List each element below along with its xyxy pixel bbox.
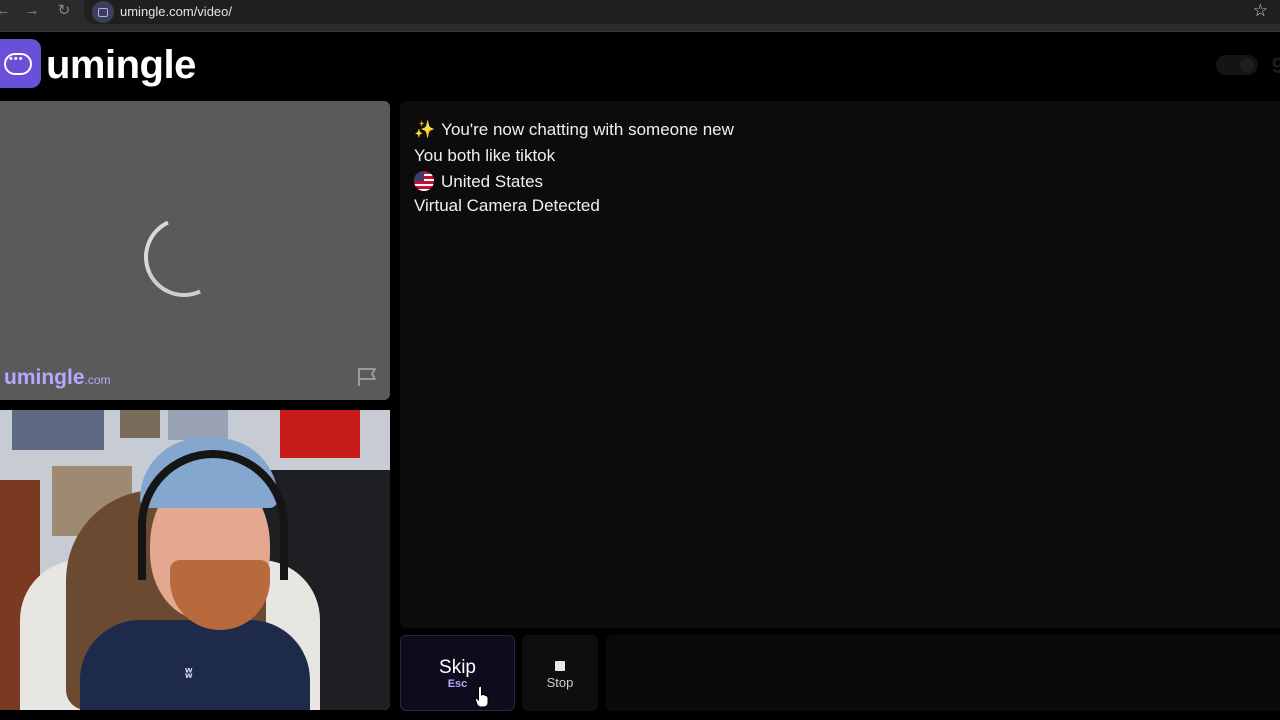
chat-message-virtual-camera: Virtual Camera Detected — [414, 196, 600, 215]
video-watermark: umingle.com — [4, 366, 111, 390]
us-flag-icon — [414, 171, 434, 191]
bookmark-star-icon[interactable]: ☆ — [1253, 1, 1268, 21]
chat-bubble-logo-icon[interactable] — [0, 39, 41, 88]
reload-icon[interactable]: ↻ — [53, 0, 75, 22]
wall-poster — [12, 410, 104, 450]
site-logo-text[interactable]: umingle — [46, 43, 196, 87]
message-input-area[interactable] — [606, 635, 1280, 711]
shirt-logo: ʬ — [185, 665, 193, 681]
watermark-suffix: .com — [84, 373, 111, 387]
chat-message-connected: ✨ You're now chatting with someone new — [414, 120, 734, 140]
hand-cursor-icon — [475, 686, 489, 708]
address-bar[interactable]: umingle.com/video/ ☆ — [84, 0, 1280, 24]
chat-controls: Skip Esc Stop — [400, 635, 1280, 712]
country-text: United States — [441, 172, 544, 191]
skip-button[interactable]: Skip Esc — [400, 635, 515, 711]
sparkle-icon: ✨ — [414, 120, 436, 139]
theme-toggle[interactable] — [1216, 55, 1258, 75]
site-header: umingle 9 — [0, 33, 1280, 100]
site-video-icon — [92, 1, 114, 23]
stop-icon — [555, 661, 565, 671]
skip-shortcut-hint: Esc — [447, 678, 468, 690]
browser-toolbar: ← → ↻ umingle.com/video/ ☆ — [0, 0, 1280, 32]
local-webcam-video: ʬ — [0, 410, 390, 710]
forward-icon[interactable]: → — [21, 0, 43, 22]
person-shirt — [80, 620, 310, 710]
report-flag-icon[interactable] — [356, 367, 378, 387]
wall-poster — [120, 410, 160, 438]
wall-poster — [168, 410, 228, 440]
chat-panel: ✨ You're now chatting with someone new Yo… — [400, 101, 1280, 628]
stop-label: Stop — [546, 675, 574, 690]
red-banner — [280, 410, 360, 458]
chat-message-common-interest: You both like tiktok — [414, 146, 556, 165]
loading-spinner-icon — [132, 205, 236, 309]
back-icon[interactable]: ← — [0, 0, 14, 22]
chat-message-text: You're now chatting with someone new — [441, 120, 734, 139]
remote-video: umingle.com — [0, 101, 390, 400]
online-count: 9 — [1271, 53, 1280, 78]
stop-button[interactable]: Stop — [522, 635, 598, 711]
watermark-main: umingle — [4, 366, 85, 389]
chat-message-country: United States — [414, 171, 543, 192]
url-text: umingle.com/video/ — [120, 4, 232, 19]
skip-label: Skip — [439, 657, 476, 678]
